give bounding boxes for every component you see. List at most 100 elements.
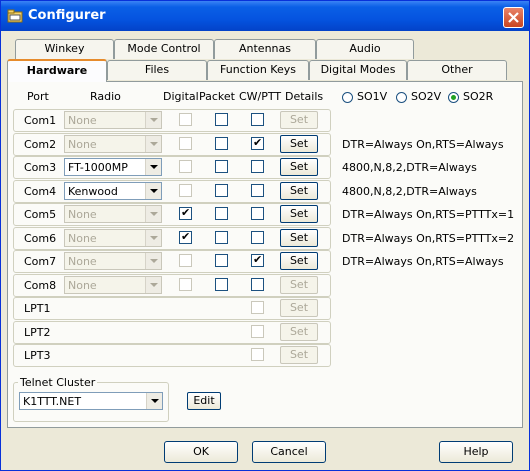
tab-label: Winkey bbox=[44, 42, 85, 55]
tab-digital-modes[interactable]: Digital Modes bbox=[309, 60, 407, 80]
tab-winkey[interactable]: Winkey bbox=[15, 39, 114, 59]
set-button[interactable]: Set bbox=[280, 182, 318, 200]
radio-select-value: None bbox=[68, 232, 97, 245]
packet-checkbox[interactable] bbox=[215, 160, 228, 173]
chevron-down-icon bbox=[145, 136, 161, 152]
digital-checkbox bbox=[179, 137, 192, 150]
port-details: DTR=Always On,RTS=Always bbox=[342, 138, 504, 151]
set-button[interactable]: Set bbox=[280, 158, 318, 176]
cwptt-checkbox[interactable] bbox=[251, 231, 264, 244]
telnet-label: Telnet Cluster bbox=[18, 376, 98, 389]
digital-checkbox bbox=[179, 113, 192, 126]
set-button: Set bbox=[280, 346, 318, 364]
port-label: LPT3 bbox=[24, 349, 51, 362]
cancel-button[interactable]: Cancel bbox=[252, 441, 326, 463]
chevron-down-icon[interactable] bbox=[145, 159, 161, 175]
set-button: Set bbox=[280, 299, 318, 317]
radio-select: None bbox=[64, 205, 162, 223]
tab-label: Audio bbox=[349, 42, 381, 55]
port-label: Com7 bbox=[24, 255, 57, 268]
radio-so2r[interactable] bbox=[448, 92, 459, 103]
cwptt-checkbox[interactable] bbox=[251, 113, 264, 126]
col-cwptt: CW/PTT bbox=[239, 90, 282, 103]
radio-select[interactable]: Kenwood bbox=[64, 182, 162, 200]
radio-select: None bbox=[64, 252, 162, 270]
cwptt-checkbox bbox=[251, 348, 264, 361]
tab-antennas[interactable]: Antennas bbox=[214, 39, 316, 59]
digital-checkbox[interactable]: ✔ bbox=[179, 230, 192, 244]
port-label: Com1 bbox=[24, 114, 57, 127]
check-icon: ✔ bbox=[181, 230, 191, 243]
radio-so2v[interactable] bbox=[396, 92, 407, 103]
packet-checkbox[interactable] bbox=[215, 231, 228, 244]
port-details: 4800,N,8,2,DTR=Always bbox=[342, 185, 477, 198]
col-port: Port bbox=[27, 90, 49, 103]
hardware-panel: Port Radio Digital Packet CW/PTT Details… bbox=[7, 81, 523, 428]
port-label: LPT1 bbox=[24, 302, 51, 315]
packet-checkbox[interactable] bbox=[215, 254, 228, 267]
tab-audio[interactable]: Audio bbox=[316, 39, 414, 59]
title-bar[interactable]: Configurer bbox=[1, 1, 529, 31]
radio-so1v[interactable] bbox=[342, 92, 353, 103]
chevron-down-icon[interactable] bbox=[146, 393, 162, 409]
chevron-down-icon bbox=[145, 253, 161, 269]
tab-mode-control[interactable]: Mode Control bbox=[114, 39, 214, 59]
check-icon: ✔ bbox=[253, 253, 263, 266]
port-label: Com8 bbox=[24, 279, 57, 292]
cwptt-checkbox[interactable] bbox=[251, 160, 264, 173]
set-button[interactable]: Set bbox=[280, 205, 318, 223]
cwptt-checkbox[interactable]: ✔ bbox=[251, 253, 264, 267]
set-button[interactable]: Set bbox=[280, 135, 318, 153]
radio-select-value: FT-1000MP bbox=[68, 161, 128, 174]
tab-other[interactable]: Other bbox=[407, 60, 507, 80]
digital-checkbox bbox=[179, 160, 192, 173]
folder-config-icon bbox=[7, 9, 23, 23]
radio-select: None bbox=[64, 135, 162, 153]
help-button[interactable]: Help bbox=[439, 441, 513, 463]
tab-label: Digital Modes bbox=[320, 63, 396, 76]
radio-select: None bbox=[64, 111, 162, 129]
packet-checkbox[interactable] bbox=[215, 207, 228, 220]
port-details: DTR=Always On,RTS=PTTTx=1 bbox=[342, 208, 515, 221]
ok-button[interactable]: OK bbox=[164, 441, 238, 463]
tab-hardware[interactable]: Hardware bbox=[7, 59, 107, 82]
window-title: Configurer bbox=[28, 8, 106, 23]
packet-checkbox[interactable] bbox=[215, 278, 228, 291]
port-details: DTR=Always On,RTS=Always bbox=[342, 255, 504, 268]
tab-function-keys[interactable]: Function Keys bbox=[207, 60, 309, 80]
chevron-down-icon bbox=[145, 112, 161, 128]
telnet-cluster-select[interactable]: K1TTT.NET bbox=[19, 392, 163, 410]
port-label: LPT2 bbox=[24, 326, 51, 339]
close-button[interactable] bbox=[503, 7, 524, 28]
radio-select-value: None bbox=[68, 114, 97, 127]
radio-select-value: None bbox=[68, 279, 97, 292]
packet-checkbox[interactable] bbox=[215, 137, 228, 150]
radio-select-value: Kenwood bbox=[68, 185, 118, 198]
port-details: DTR=Always On,RTS=PTTTx=2 bbox=[342, 232, 515, 245]
set-button[interactable]: Set bbox=[280, 229, 318, 247]
edit-button[interactable]: Edit bbox=[187, 392, 221, 410]
chevron-down-icon bbox=[145, 230, 161, 246]
port-label: Com4 bbox=[24, 185, 57, 198]
chevron-down-icon bbox=[145, 277, 161, 293]
configurer-window: Configurer Winkey Mode Control Antennas … bbox=[0, 0, 530, 471]
packet-checkbox[interactable] bbox=[215, 113, 228, 126]
packet-checkbox[interactable] bbox=[215, 184, 228, 197]
cwptt-checkbox[interactable]: ✔ bbox=[251, 136, 264, 150]
port-label: Com2 bbox=[24, 138, 57, 151]
radio-select-value: None bbox=[68, 255, 97, 268]
cwptt-checkbox[interactable] bbox=[251, 278, 264, 291]
chevron-down-icon[interactable] bbox=[145, 183, 161, 199]
digital-checkbox bbox=[179, 278, 192, 291]
cwptt-checkbox[interactable] bbox=[251, 184, 264, 197]
radio-select[interactable]: FT-1000MP bbox=[64, 158, 162, 176]
radio-select-value: None bbox=[68, 208, 97, 221]
set-button: Set bbox=[280, 276, 318, 294]
chevron-down-icon bbox=[145, 206, 161, 222]
tab-label: Other bbox=[441, 63, 473, 76]
cwptt-checkbox[interactable] bbox=[251, 207, 264, 220]
digital-checkbox[interactable]: ✔ bbox=[179, 206, 192, 220]
tab-files[interactable]: Files bbox=[107, 60, 207, 80]
set-button[interactable]: Set bbox=[280, 252, 318, 270]
col-packet: Packet bbox=[199, 90, 235, 103]
